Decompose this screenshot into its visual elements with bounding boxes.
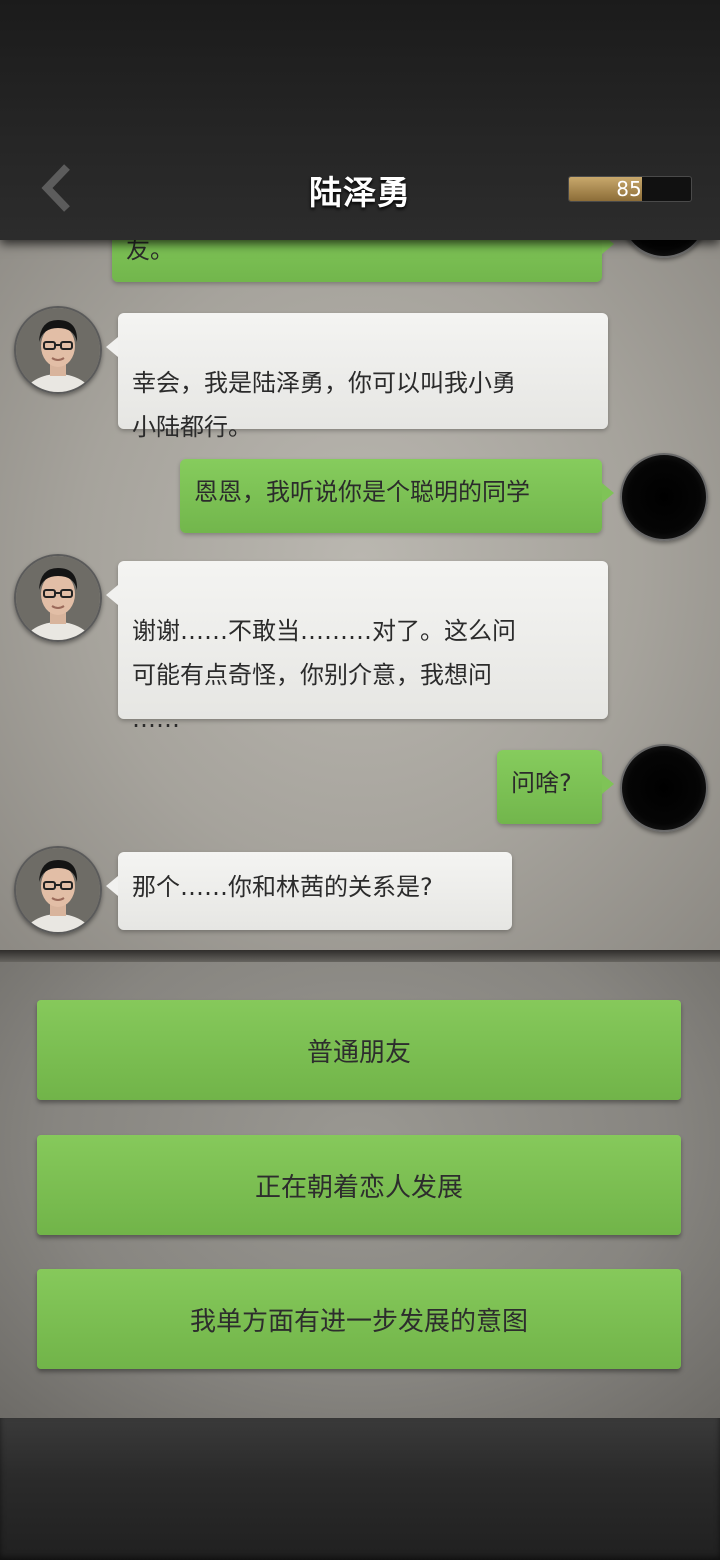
affinity-meter-value: 85: [616, 177, 642, 201]
player-avatar: [620, 744, 708, 832]
npc-portrait-icon: [16, 308, 100, 392]
message-bubble-npc: 幸会，我是陆泽勇，你可以叫我小勇 小陆都行。: [106, 313, 608, 441]
message-bubble-player: 恩恩，我听说你是个聪明的同学: [180, 459, 614, 533]
message-text: 谢谢……不敢当………对了。这么问 可能有点奇怪，你别介意，我想问 ……: [132, 617, 516, 733]
reply-option-button[interactable]: 普通朋友: [37, 1000, 681, 1100]
player-avatar: [620, 240, 708, 258]
affinity-meter: 85: [568, 176, 692, 202]
message-text: 幸会，我是陆泽勇，你可以叫我小勇 小陆都行。: [132, 369, 516, 441]
reply-option-label: 正在朝着恋人发展: [254, 1172, 463, 1203]
npc-avatar: [14, 846, 102, 934]
npc-portrait-icon: [16, 556, 100, 640]
message-text: 恩恩，我听说你是个聪明的同学: [194, 478, 530, 506]
reply-option-label: 我单方面有进一步发展的意图: [189, 1306, 528, 1337]
chat-area[interactable]: 友。 幸会，我是陆泽勇，你可以叫我小勇 小陆都行。 恩恩，我听说你是个聪明的同学: [0, 240, 720, 955]
message-bubble-player: 问啥?: [497, 750, 614, 824]
reply-option-label: 普通朋友: [306, 1037, 411, 1068]
message-bubble-npc: 那个……你和林茜的关系是?: [106, 852, 512, 930]
message-text: 那个……你和林茜的关系是?: [132, 873, 433, 901]
message-text: 友。: [126, 240, 174, 264]
npc-portrait-icon: [16, 848, 100, 932]
message-bubble-player: 友。: [112, 240, 614, 282]
bottom-bar: [0, 1418, 720, 1560]
message-text: 问啥?: [511, 769, 572, 797]
player-avatar: [620, 453, 708, 541]
reply-options-panel: 普通朋友 正在朝着恋人发展 我单方面有进一步发展的意图: [0, 962, 720, 1418]
npc-avatar: [14, 554, 102, 642]
npc-avatar: [14, 306, 102, 394]
reply-option-button[interactable]: 我单方面有进一步发展的意图: [37, 1269, 681, 1369]
reply-option-button[interactable]: 正在朝着恋人发展: [37, 1135, 681, 1235]
message-bubble-npc: 谢谢……不敢当………对了。这么问 可能有点奇怪，你别介意，我想问 ……: [106, 561, 608, 733]
top-bar: 陆泽勇 85: [0, 0, 720, 240]
